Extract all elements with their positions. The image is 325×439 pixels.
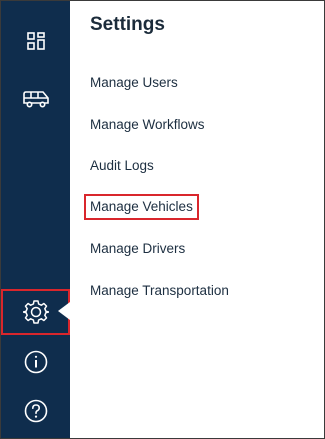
menu-item-manage-drivers[interactable]: Manage Drivers	[85, 237, 190, 261]
van-icon	[22, 90, 50, 108]
menu-item-manage-transportation[interactable]: Manage Transportation	[85, 279, 234, 303]
settings-panel: Settings Manage Users Manage Workflows A…	[70, 1, 324, 438]
page-title: Settings	[90, 14, 165, 35]
dashboard-icon	[26, 32, 45, 50]
menu-item-manage-users[interactable]: Manage Users	[85, 71, 183, 95]
active-indicator	[58, 302, 70, 320]
info-icon	[24, 350, 48, 374]
gear-icon	[22, 299, 49, 325]
sidebar-item-help[interactable]	[1, 389, 70, 433]
sidebar	[1, 1, 70, 438]
help-icon	[24, 399, 48, 423]
app-frame: Settings Manage Users Manage Workflows A…	[0, 0, 325, 439]
menu-item-audit-logs[interactable]: Audit Logs	[85, 154, 159, 178]
sidebar-item-info[interactable]	[1, 340, 70, 384]
menu-item-manage-vehicles[interactable]: Manage Vehicles	[84, 194, 199, 220]
menu-item-manage-workflows[interactable]: Manage Workflows	[85, 113, 210, 137]
sidebar-item-dashboard[interactable]	[1, 19, 70, 63]
sidebar-item-vehicles[interactable]	[1, 77, 70, 121]
